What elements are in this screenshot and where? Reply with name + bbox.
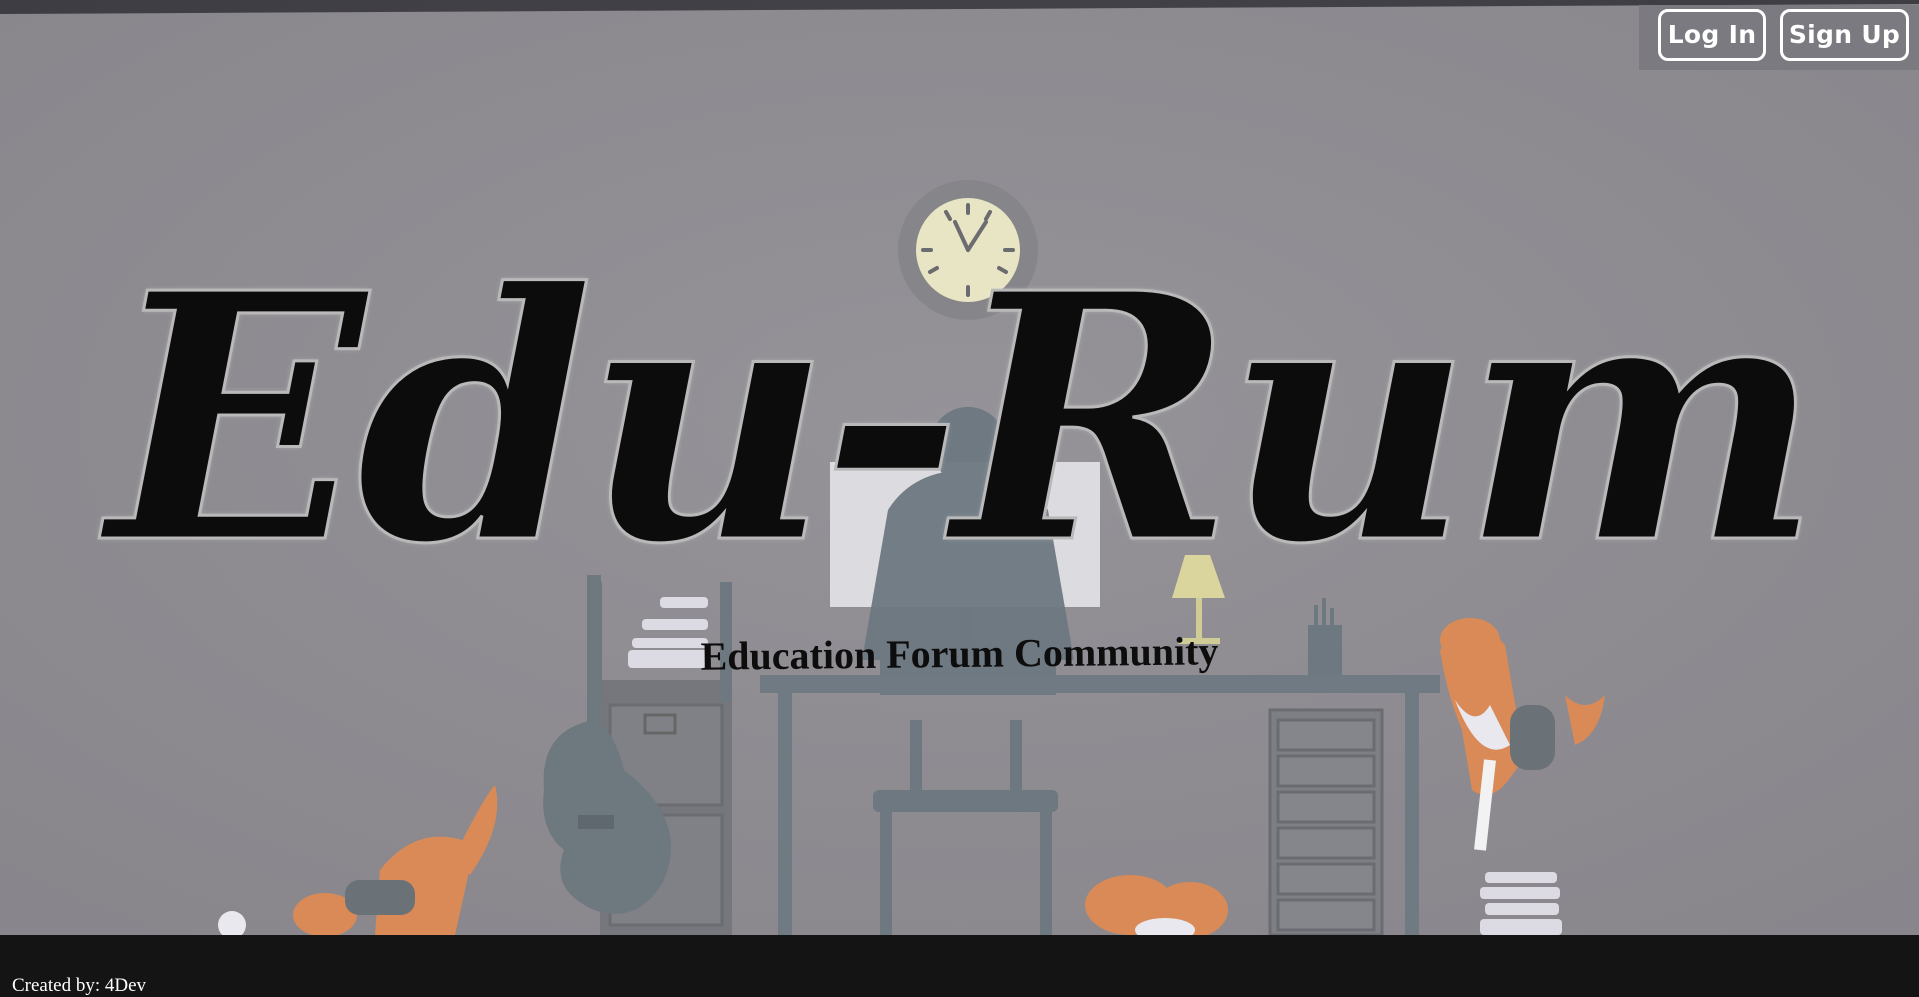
clock-icon (898, 180, 1038, 320)
right-drawers (1268, 708, 1384, 935)
auth-bar: Log In Sign Up (1639, 5, 1919, 70)
footer: Created by: 4Dev (0, 935, 1919, 997)
login-button[interactable]: Log In (1658, 9, 1766, 61)
footer-credit: Created by: 4Dev (12, 975, 147, 996)
book-stack-right (1480, 872, 1562, 935)
hero-illustration (0, 0, 1919, 935)
signup-button[interactable]: Sign Up (1780, 9, 1909, 61)
hero-section: Log In Sign Up Edu-Rum Education Forum C… (0, 0, 1919, 935)
